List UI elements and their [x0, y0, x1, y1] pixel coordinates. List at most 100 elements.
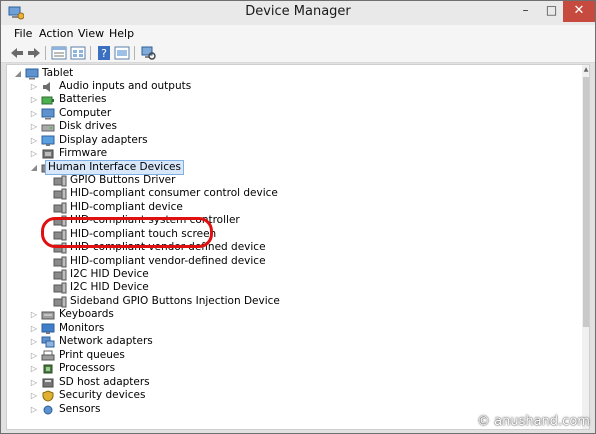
expand-arrow-icon[interactable]: ▷: [29, 335, 39, 348]
menu-help[interactable]: Help: [109, 27, 134, 40]
tree-category[interactable]: ▷ Audio inputs and outputs: [29, 80, 279, 93]
tree-category[interactable]: ▷ SD host adapters: [29, 376, 279, 389]
tree-category[interactable]: ▷ Network adapters: [29, 335, 279, 348]
battery-icon: [41, 96, 54, 105]
watermark: © anushand.com: [477, 414, 590, 429]
category-label: Processors: [59, 362, 116, 374]
forward-arrow-icon[interactable]: [26, 45, 42, 61]
category-label: Security devices: [59, 389, 146, 401]
toolbar: ?: [1, 44, 595, 63]
device-item[interactable]: I2C HID Device: [53, 281, 313, 294]
display-icon: [41, 135, 55, 146]
expand-arrow-icon[interactable]: ▷: [29, 362, 39, 375]
window-title: Device Manager: [245, 4, 351, 19]
menu-view[interactable]: View: [78, 27, 104, 40]
red-highlight-annotation: [41, 217, 213, 248]
expand-arrow-icon[interactable]: ▷: [29, 120, 39, 133]
device-label: HID-compliant consumer control device: [70, 187, 278, 199]
category-label: Monitors: [59, 322, 105, 334]
close-button[interactable]: ✕: [563, 1, 595, 22]
device-item[interactable]: Sideband GPIO Buttons Injection Device: [53, 295, 313, 308]
vertical-scrollbar[interactable]: ▲: [582, 65, 589, 429]
category-label: Display adapters: [59, 134, 148, 146]
expand-arrow-icon[interactable]: ▷: [29, 322, 39, 335]
device-item[interactable]: I2C HID Device: [53, 268, 313, 281]
tree-category-expanded[interactable]: ◢ Human Interface Devices: [29, 160, 279, 175]
tree-category[interactable]: ▷ Disk drives: [29, 120, 279, 133]
device-item[interactable]: HID-compliant vendor-defined device: [53, 255, 313, 268]
network-icon: [41, 336, 55, 348]
tree-category[interactable]: ▷ Monitors: [29, 322, 279, 335]
toolbar-separator: [90, 46, 91, 60]
category-label: SD host adapters: [59, 376, 150, 388]
tree-root[interactable]: ◢ Tablet: [13, 67, 213, 80]
expand-arrow-icon[interactable]: ▷: [29, 107, 39, 120]
tree-category[interactable]: ▷ Firmware: [29, 147, 279, 160]
category-label: Human Interface Devices: [45, 160, 184, 175]
menu-action[interactable]: Action: [39, 27, 73, 40]
disk-icon: [41, 124, 55, 132]
list-view-icon[interactable]: [70, 45, 86, 61]
collapse-arrow-icon[interactable]: ◢: [29, 161, 39, 174]
hid-device-icon: [53, 269, 67, 281]
tree-category[interactable]: ▷ Processors: [29, 362, 279, 375]
expand-arrow-icon[interactable]: ▷: [29, 134, 39, 147]
expand-arrow-icon[interactable]: ▷: [29, 147, 39, 160]
category-label: Keyboards: [59, 308, 114, 320]
menu-file[interactable]: File: [14, 27, 32, 40]
category-label: Disk drives: [59, 120, 117, 132]
tree-category[interactable]: ▷ Batteries: [29, 93, 279, 106]
device-item[interactable]: GPIO Buttons Driver: [53, 174, 313, 187]
tree-category[interactable]: ▷ Computer: [29, 107, 279, 120]
collapse-arrow-icon[interactable]: ◢: [13, 67, 23, 80]
expand-arrow-icon[interactable]: ▷: [29, 349, 39, 362]
expand-arrow-icon[interactable]: ▷: [29, 389, 39, 402]
tree-root-label: Tablet: [42, 67, 74, 79]
scroll-up-arrow-icon[interactable]: ▲: [582, 66, 589, 74]
toolbar-separator: [45, 46, 46, 60]
expand-arrow-icon[interactable]: ▷: [29, 80, 39, 93]
device-label: GPIO Buttons Driver: [70, 174, 176, 186]
tree-category[interactable]: ▷ Print queues: [29, 349, 279, 362]
title-bar[interactable]: Device Manager – □ ✕: [1, 1, 595, 25]
toolbar-separator: [134, 46, 135, 60]
properties-panel-icon[interactable]: [51, 45, 67, 61]
computer-icon: [25, 68, 39, 80]
hid-device-icon: [53, 282, 67, 294]
sensor-icon: [43, 405, 53, 415]
expand-arrow-icon[interactable]: ▷: [29, 403, 39, 416]
expand-arrow-icon[interactable]: ▷: [29, 308, 39, 321]
device-item[interactable]: HID-compliant consumer control device: [53, 187, 313, 200]
category-label: Sensors: [59, 403, 101, 415]
hid-device-icon: [53, 175, 67, 187]
device-label: I2C HID Device: [70, 268, 149, 280]
device-manager-window: Device Manager – □ ✕ File Action View He…: [0, 0, 596, 434]
tree-category[interactable]: ▷ Keyboards: [29, 308, 279, 321]
svg-text:?: ?: [101, 47, 107, 60]
monitor-icon: [41, 323, 55, 334]
scrollbar-thumb[interactable]: [583, 77, 589, 327]
maximize-button[interactable]: □: [538, 1, 565, 22]
computer-icon: [41, 108, 55, 120]
minimize-button[interactable]: –: [512, 1, 539, 22]
firmware-icon: [42, 149, 54, 159]
device-label: HID-compliant vendor-defined device: [70, 255, 266, 267]
hid-device-icon: [53, 202, 67, 214]
update-driver-icon[interactable]: [114, 45, 130, 61]
category-label: Batteries: [59, 93, 107, 105]
tree-category[interactable]: ▷ Sensors: [29, 403, 279, 416]
back-arrow-icon[interactable]: [9, 45, 25, 61]
printer-icon: [41, 350, 55, 361]
category-label: Audio inputs and outputs: [59, 80, 192, 92]
expand-arrow-icon[interactable]: ▷: [29, 93, 39, 106]
tree-category[interactable]: ▷ Display adapters: [29, 134, 279, 147]
device-item[interactable]: HID-compliant device: [53, 201, 313, 214]
scan-hardware-icon[interactable]: [140, 45, 156, 61]
hid-device-icon: [53, 256, 67, 268]
category-label: Firmware: [59, 147, 108, 159]
tree-category[interactable]: ▷ Security devices: [29, 389, 279, 402]
expand-arrow-icon[interactable]: ▷: [29, 376, 39, 389]
category-label: Computer: [59, 107, 112, 119]
help-icon[interactable]: ?: [96, 45, 112, 61]
sd-card-icon: [42, 378, 54, 388]
